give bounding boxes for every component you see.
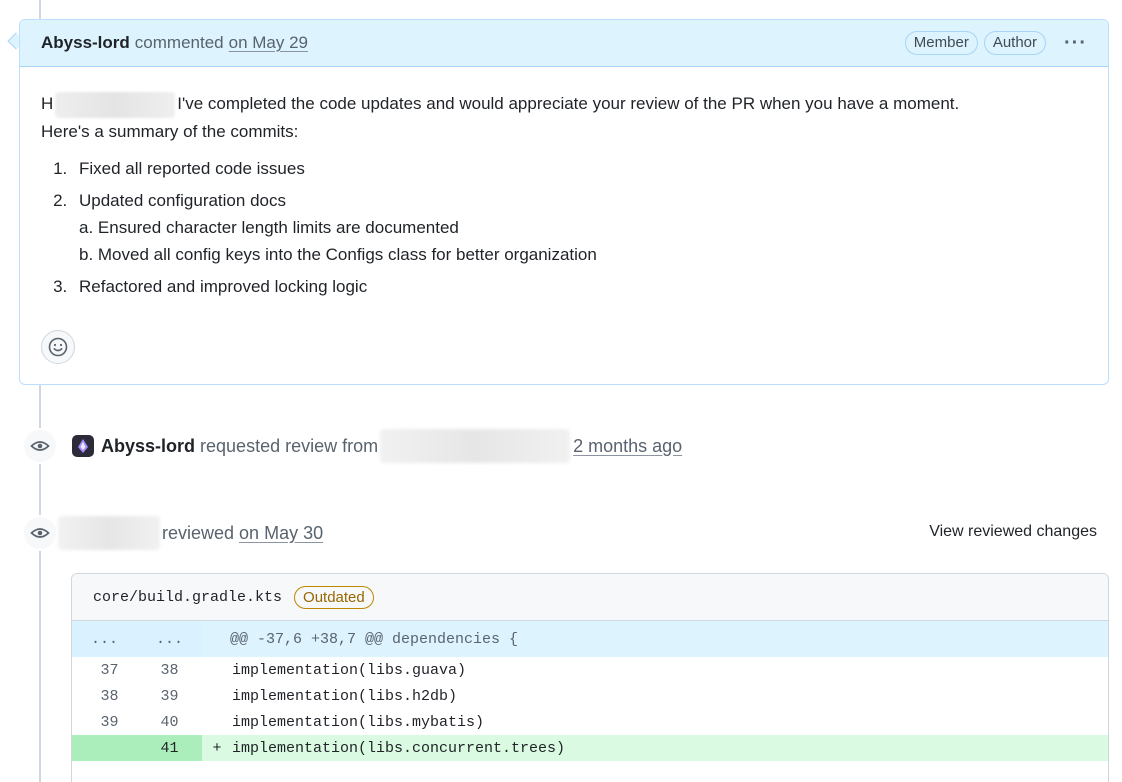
old-line-number[interactable]: 37 [72,657,137,683]
comment-action: commented [134,33,224,52]
add-reaction-button[interactable] [41,330,75,364]
comment-date-link[interactable]: on May 29 [229,33,308,53]
list-item: Updated configuration docs a. Ensured ch… [72,187,1087,268]
diff-row: 38 39 implementation(libs.h2db) [72,683,1108,709]
new-line-number[interactable]: 39 [137,683,202,709]
outdated-badge: Outdated [294,585,374,609]
diff-row: 39 40 implementation(libs.mybatis) [72,709,1108,735]
avatar-icon[interactable] [72,435,94,457]
comment-body: H I've completed the code updates and wou… [20,67,1108,300]
eye-icon [22,515,58,551]
diff-code: implementation(libs.h2db) [232,687,458,705]
request-time-link[interactable]: 2 months ago [573,436,682,457]
diff-row: 37 38 implementation(libs.guava) [72,657,1108,683]
redacted-reviewer-name [58,516,160,550]
comment-header-right: Member Author ··· [904,31,1087,55]
review-action: reviewed [162,522,235,543]
eye-icon [22,428,58,464]
old-line-number[interactable]: 38 [72,683,137,709]
diff-table: ... ... @@ -37,6 +38,7 @@ dependencies {… [72,621,1108,761]
list-item-text: Refactored and improved locking logic [79,276,368,296]
comment-header: Abyss-lord commented on May 29 Member Au… [20,20,1108,67]
list-item: Refactored and improved locking logic [72,273,1087,300]
diff-row-added: 41 + implementation(libs.concurrent.tree… [72,735,1108,761]
diff-code: implementation(libs.concurrent.trees) [232,735,1108,761]
redacted-reviewer [380,429,571,463]
list-item-text: Updated configuration docs [79,190,286,210]
redacted-name [55,91,176,118]
expand-down-button[interactable]: ... [137,621,202,657]
new-line-number[interactable]: 38 [137,657,202,683]
diff-box: core/build.gradle.kts Outdated ... ... @… [71,573,1109,782]
old-line-number[interactable] [72,735,137,761]
smiley-icon [48,337,68,357]
sub-list: a. Ensured character length limits are d… [79,214,1087,268]
request-author[interactable]: Abyss-lord [101,436,195,457]
kebab-icon[interactable]: ··· [1064,33,1087,53]
intro-text: I've completed the code updates and woul… [177,94,960,113]
author-badge: Author [983,31,1047,55]
new-line-number[interactable]: 41 [137,735,202,761]
comment-box: Abyss-lord commented on May 29 Member Au… [19,19,1109,385]
request-action: requested review from [200,435,379,456]
member-badge: Member [904,31,978,55]
diff-sign [202,683,232,709]
list-item: Fixed all reported code issues [72,155,1087,182]
comment-intro: H I've completed the code updates and wou… [41,90,1087,118]
expand-up-button[interactable]: ... [72,621,137,657]
diff-sign: + [202,735,232,761]
timeline-line-top [39,0,41,20]
diff-code: implementation(libs.guava) [232,661,467,679]
diff-code: implementation(libs.mybatis) [232,713,485,731]
hunk-header: @@ -37,6 +38,7 @@ dependencies { [202,621,1108,657]
greeting-start: H [41,94,54,113]
intro-line-2: Here's a summary of the commits: [41,121,299,141]
new-line-number[interactable]: 40 [137,709,202,735]
hunk-row: ... ... @@ -37,6 +38,7 @@ dependencies { [72,621,1108,657]
diff-sign [202,657,232,683]
view-reviewed-changes-link[interactable]: View reviewed changes [929,523,1097,541]
diff-header: core/build.gradle.kts Outdated [72,574,1108,621]
comment-author[interactable]: Abyss-lord [41,33,130,53]
old-line-number[interactable]: 39 [72,709,137,735]
review-date-link[interactable]: on May 30 [239,523,323,544]
commit-summary-list: Fixed all reported code issues Updated c… [41,155,1087,300]
review-request-event: Abyss-lord requested review from 2 month… [22,428,682,464]
list-item-text: Fixed all reported code issues [79,158,305,178]
sub-list-item: a. Ensured character length limits are d… [79,217,459,237]
diff-file-path[interactable]: core/build.gradle.kts [93,589,282,606]
diff-sign [202,709,232,735]
review-event: reviewed on May 30 [22,515,323,551]
sub-list-item: b. Moved all config keys into the Config… [79,244,597,264]
